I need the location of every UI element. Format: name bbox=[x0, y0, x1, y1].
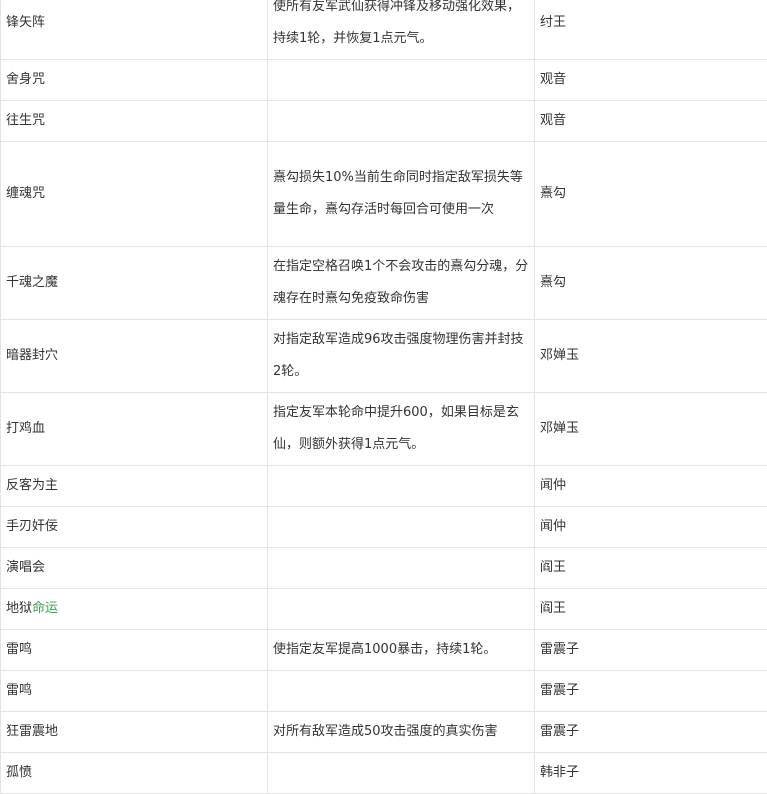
skill-desc-cell: 使指定友军提高1000暴击，持续1轮。 bbox=[268, 630, 535, 671]
skill-owner-cell: 纣王 bbox=[535, 0, 767, 60]
skill-desc-cell bbox=[268, 548, 535, 589]
table-row: 缠魂咒 熹勾损失10%当前生命同时指定敌军损失等量生命，熹勾存活时每回合可使用一… bbox=[1, 142, 767, 247]
skill-desc-cell bbox=[268, 60, 535, 101]
skill-name-cell: 舍身咒 bbox=[1, 60, 268, 101]
table-row: 暗器封穴 对指定敌军造成96攻击强度物理伤害并封技2轮。 邓婵玉 bbox=[1, 320, 767, 393]
skill-owner-cell: 闻仲 bbox=[535, 507, 767, 548]
table-row: 狂雷震地 对所有敌军造成50攻击强度的真实伤害 雷震子 bbox=[1, 712, 767, 753]
table-row: 打鸡血 指定友军本轮命中提升600，如果目标是玄仙，则额外获得1点元气。 邓婵玉 bbox=[1, 393, 767, 466]
skill-name-cell: 千魂之魔 bbox=[1, 247, 268, 320]
skill-name-cell: 缠魂咒 bbox=[1, 142, 268, 247]
skill-desc-cell: 对所有敌军造成50攻击强度的真实伤害 bbox=[268, 712, 535, 753]
table-row: 舍身咒 观音 bbox=[1, 60, 767, 101]
skill-name-cell: 锋矢阵 bbox=[1, 0, 268, 60]
skill-owner-cell: 雷震子 bbox=[535, 630, 767, 671]
skill-desc-cell: 对指定敌军造成96攻击强度物理伤害并封技2轮。 bbox=[268, 320, 535, 393]
skill-desc-cell bbox=[268, 507, 535, 548]
skill-name-cell: 往生咒 bbox=[1, 101, 268, 142]
skill-desc-cell bbox=[268, 753, 535, 794]
skill-owner-cell: 雷震子 bbox=[535, 671, 767, 712]
skill-name-cell: 暗器封穴 bbox=[1, 320, 268, 393]
skill-owner-cell: 邓婵玉 bbox=[535, 320, 767, 393]
table-row: 反客为主 闻仲 bbox=[1, 466, 767, 507]
skill-name-cell: 狂雷震地 bbox=[1, 712, 268, 753]
skill-name-cell: 演唱会 bbox=[1, 548, 268, 589]
table-row: 手刃奸佞 闻仲 bbox=[1, 507, 767, 548]
skill-owner-cell: 闻仲 bbox=[535, 466, 767, 507]
table-row: 孤愤 韩非子 bbox=[1, 753, 767, 794]
skill-desc-cell bbox=[268, 671, 535, 712]
skill-owner-cell: 韩非子 bbox=[535, 753, 767, 794]
table-row: 地狱命运 阎王 bbox=[1, 589, 767, 630]
skill-owner-cell: 阎王 bbox=[535, 589, 767, 630]
table-row: 锋矢阵 使所有友军武仙获得冲锋及移动强化效果，持续1轮，并恢复1点元气。 纣王 bbox=[1, 0, 767, 60]
skill-owner-cell: 邓婵玉 bbox=[535, 393, 767, 466]
skill-name-cell: 地狱命运 bbox=[1, 589, 268, 630]
skill-desc-cell: 使所有友军武仙获得冲锋及移动强化效果，持续1轮，并恢复1点元气。 bbox=[268, 0, 535, 60]
skill-name-cell: 手刃奸佞 bbox=[1, 507, 268, 548]
skill-desc-cell: 熹勾损失10%当前生命同时指定敌军损失等量生命，熹勾存活时每回合可使用一次 bbox=[268, 142, 535, 247]
skill-table: 锋矢阵 使所有友军武仙获得冲锋及移动强化效果，持续1轮，并恢复1点元气。 纣王 … bbox=[0, 0, 767, 794]
skill-owner-cell: 观音 bbox=[535, 101, 767, 142]
skill-name-cell: 孤愤 bbox=[1, 753, 268, 794]
skill-desc-cell bbox=[268, 101, 535, 142]
table-row: 往生咒 观音 bbox=[1, 101, 767, 142]
skill-name-cell: 雷鸣 bbox=[1, 630, 268, 671]
skill-owner-cell: 熹勾 bbox=[535, 142, 767, 247]
table-row: 演唱会 阎王 bbox=[1, 548, 767, 589]
skill-name-text: 地狱 bbox=[6, 601, 32, 616]
skill-desc-cell bbox=[268, 466, 535, 507]
skill-name-cell: 反客为主 bbox=[1, 466, 268, 507]
table-row: 千魂之魔 在指定空格召唤1个不会攻击的熹勾分魂，分魂存在时熹勾免疫致命伤害 熹勾 bbox=[1, 247, 767, 320]
skill-owner-cell: 观音 bbox=[535, 60, 767, 101]
skill-desc-cell: 在指定空格召唤1个不会攻击的熹勾分魂，分魂存在时熹勾免疫致命伤害 bbox=[268, 247, 535, 320]
skill-name-cell: 打鸡血 bbox=[1, 393, 268, 466]
skill-owner-cell: 阎王 bbox=[535, 548, 767, 589]
skill-desc-cell bbox=[268, 589, 535, 630]
skill-owner-cell: 熹勾 bbox=[535, 247, 767, 320]
skill-name-cell: 雷鸣 bbox=[1, 671, 268, 712]
table-row: 雷鸣 使指定友军提高1000暴击，持续1轮。 雷震子 bbox=[1, 630, 767, 671]
skill-name-link[interactable]: 命运 bbox=[32, 601, 58, 616]
skill-owner-cell: 雷震子 bbox=[535, 712, 767, 753]
table-row: 雷鸣 雷震子 bbox=[1, 671, 767, 712]
skill-desc-cell: 指定友军本轮命中提升600，如果目标是玄仙，则额外获得1点元气。 bbox=[268, 393, 535, 466]
